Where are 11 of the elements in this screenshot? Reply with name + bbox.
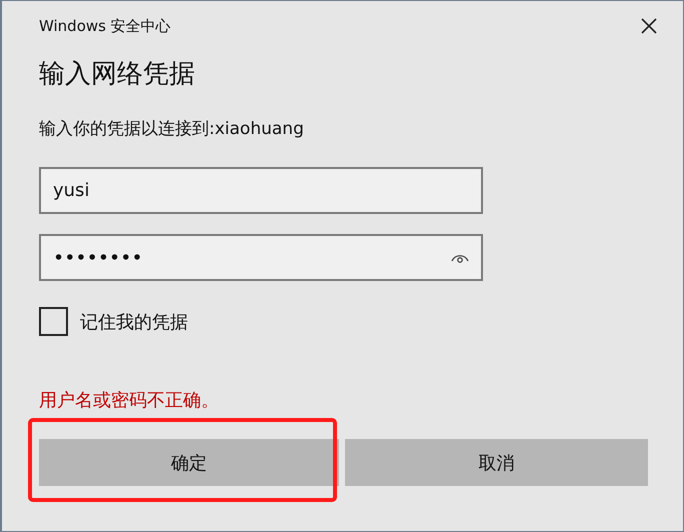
username-field[interactable]: yusi [39,167,483,214]
close-icon[interactable] [641,18,657,34]
remember-checkbox[interactable] [39,307,68,336]
window-title: Windows 安全中心 [39,16,171,36]
ok-button[interactable]: 确定 [39,439,339,486]
error-message: 用户名或密码不正确。 [39,389,220,412]
prompt-text: 输入你的凭据以连接到:xiaohuang [39,118,305,140]
cancel-button[interactable]: 取消 [345,439,648,486]
password-field[interactable]: •••••••• [39,234,483,281]
dialog-heading: 输入网络凭据 [39,58,196,91]
remember-label[interactable]: 记住我的凭据 [80,310,188,334]
